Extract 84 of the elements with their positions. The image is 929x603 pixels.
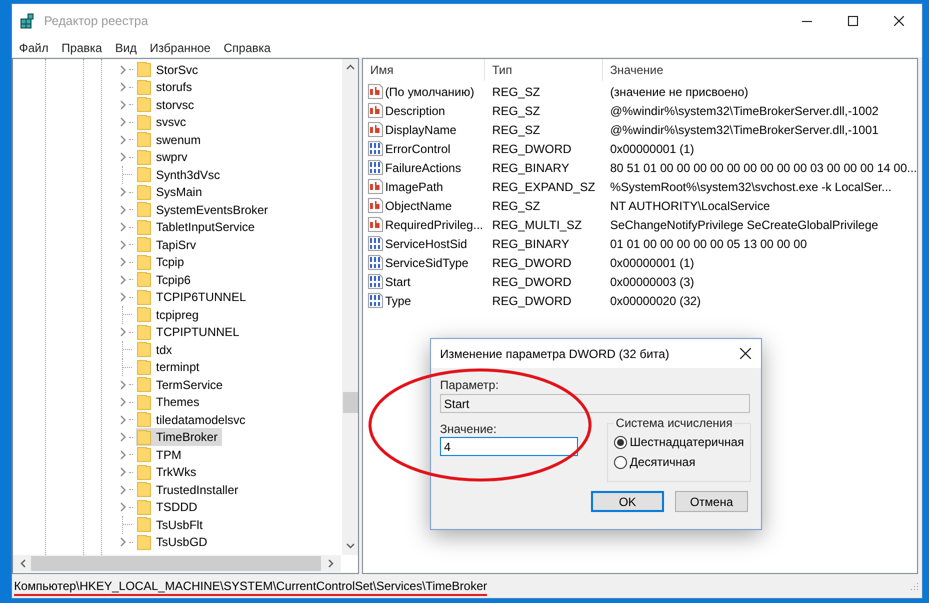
- tree-item[interactable]: TsUsbGD: [136, 533, 212, 552]
- table-cell-text: REG_DWORD: [491, 294, 572, 308]
- table-cell-text: REG_SZ: [491, 104, 542, 118]
- tree-item[interactable]: TimeBroker: [136, 428, 222, 446]
- value-name: Start: [385, 274, 410, 288]
- column-header[interactable]: Тип: [485, 59, 604, 81]
- value-name: FailureActions: [385, 160, 462, 174]
- table-cell-text: REG_SZ: [491, 122, 542, 136]
- tree-item[interactable]: TCPIPTUNNEL: [136, 323, 244, 342]
- tree-item[interactable]: TabletInputService: [136, 218, 259, 236]
- table-cell-text: SeChangeNotifyPrivilege SeCreateGlobalPrivilege: [609, 218, 878, 232]
- tree-item[interactable]: Synth3dVsc: [136, 166, 224, 184]
- value-name: ImagePath: [385, 180, 444, 194]
- tree-item[interactable]: TapiSrv: [136, 236, 200, 254]
- table-cell-text: 0x00000001 (1): [609, 142, 694, 156]
- table-cell-text: 80 51 01 00 00 00 00 00 00 00 00 00 03 00 00 00 14 00...: [609, 160, 917, 174]
- value-name: ErrorControl: [385, 142, 450, 156]
- table-cell-text: 0x00000001 (1): [609, 256, 694, 270]
- column-header[interactable]: Значение: [603, 59, 890, 81]
- table-cell-text: @%windir%\system32\TimeBrokerServer.dll,-1002: [609, 104, 879, 118]
- value-name: DisplayName: [385, 122, 456, 136]
- field-label: Параметр:: [440, 378, 499, 392]
- group-title: Система исчисления: [614, 416, 734, 430]
- tree-item[interactable]: TsUsbFlt: [136, 516, 207, 534]
- table-cell-text: REG_SZ: [491, 198, 542, 212]
- table-cell-text: REG_DWORD: [491, 142, 572, 156]
- table-cell-text: REG_SZ: [491, 84, 542, 98]
- tree-item[interactable]: svsvc: [136, 113, 190, 132]
- tree-item[interactable]: Tcpip6: [136, 270, 195, 289]
- tree-item[interactable]: terminpt: [136, 358, 204, 376]
- parameter-name-field[interactable]: Start: [440, 394, 750, 413]
- value-name: Description: [385, 104, 446, 118]
- menu-item[interactable]: Избранное: [144, 40, 219, 54]
- tree-item[interactable]: TrustedInstaller: [136, 480, 242, 499]
- tree-item[interactable]: Tcpip: [136, 253, 188, 272]
- table-cell-text: (значение не присвоено): [609, 84, 748, 98]
- tree-item[interactable]: tcpipreg: [136, 306, 203, 324]
- tree-item[interactable]: SysMain: [136, 183, 206, 202]
- tree-item[interactable]: TSDDD: [136, 498, 202, 516]
- tree-item[interactable]: TermService: [136, 376, 227, 394]
- table-cell-text: 0x00000020 (32): [609, 294, 701, 308]
- table-cell-text: 01 01 00 00 00 00 00 05 13 00 00 00: [609, 236, 807, 250]
- table-cell-text: REG_BINARY: [491, 236, 570, 250]
- table-cell-text: %SystemRoot%\system32\svchost.exe -k LocalSer...: [609, 180, 892, 194]
- status-bar-path: Компьютер\HKEY_LOCAL_MACHINE\SYSTEM\CurrentControlSet\Services\TimeBroker: [14, 579, 488, 593]
- tree-item[interactable]: TrkWks: [136, 463, 200, 482]
- value-name: ServiceSidType: [385, 256, 468, 270]
- table-cell-text: REG_DWORD: [491, 256, 572, 270]
- field-label: Значение:: [440, 422, 497, 436]
- table-cell-text: @%windir%\system32\TimeBrokerServer.dll,-1001: [609, 122, 879, 136]
- tree-item[interactable]: TCPIP6TUNNEL: [136, 288, 250, 306]
- tree-item[interactable]: swprv: [136, 148, 192, 166]
- table-cell-text: REG_MULTI_SZ: [491, 218, 583, 232]
- dialog-button[interactable]: OK: [591, 491, 664, 512]
- tree-item[interactable]: TPM: [136, 446, 186, 464]
- table-cell-text: REG_DWORD: [491, 274, 572, 288]
- menu-item[interactable]: Файл: [14, 40, 57, 54]
- table-cell-text: REG_BINARY: [491, 160, 570, 174]
- tree-item[interactable]: storvsc: [136, 96, 198, 114]
- value-input-field[interactable]: 4: [440, 437, 578, 456]
- tree-item[interactable]: tiledatamodelsvc: [136, 410, 250, 429]
- tree-item[interactable]: swenum: [136, 130, 205, 149]
- tree-item[interactable]: Themes: [136, 393, 204, 412]
- value-name: ObjectName: [385, 198, 452, 212]
- value-name: RequiredPrivileg...: [385, 218, 484, 232]
- menu-item[interactable]: Правка: [56, 40, 110, 54]
- column-header[interactable]: Имя: [363, 59, 486, 81]
- dialog-title: Изменение параметра DWORD (32 бита): [440, 346, 670, 360]
- value-name: (По умолчанию): [385, 84, 474, 98]
- menu-item[interactable]: Справка: [218, 40, 279, 54]
- dialog-button[interactable]: Отмена: [675, 491, 748, 512]
- value-name: ServiceHostSid: [385, 236, 468, 250]
- table-cell-text: NT AUTHORITY\LocalService: [609, 198, 770, 212]
- radio-option[interactable]: Десятичная: [614, 452, 744, 472]
- table-cell-text: 0x00000003 (3): [609, 274, 694, 288]
- window-title: Редактор реестра: [44, 14, 150, 28]
- tree-item[interactable]: StorSvc: [136, 60, 202, 79]
- value-name: Type: [385, 294, 412, 308]
- menu-item[interactable]: Вид: [110, 40, 145, 54]
- tree-item[interactable]: tdx: [136, 340, 176, 359]
- tree-item[interactable]: SystemEventsBroker: [136, 200, 272, 219]
- table-cell-text: REG_EXPAND_SZ: [491, 180, 596, 194]
- radio-option[interactable]: Шестнадцатеричная: [614, 432, 744, 452]
- tree-item[interactable]: storufs: [136, 78, 196, 96]
